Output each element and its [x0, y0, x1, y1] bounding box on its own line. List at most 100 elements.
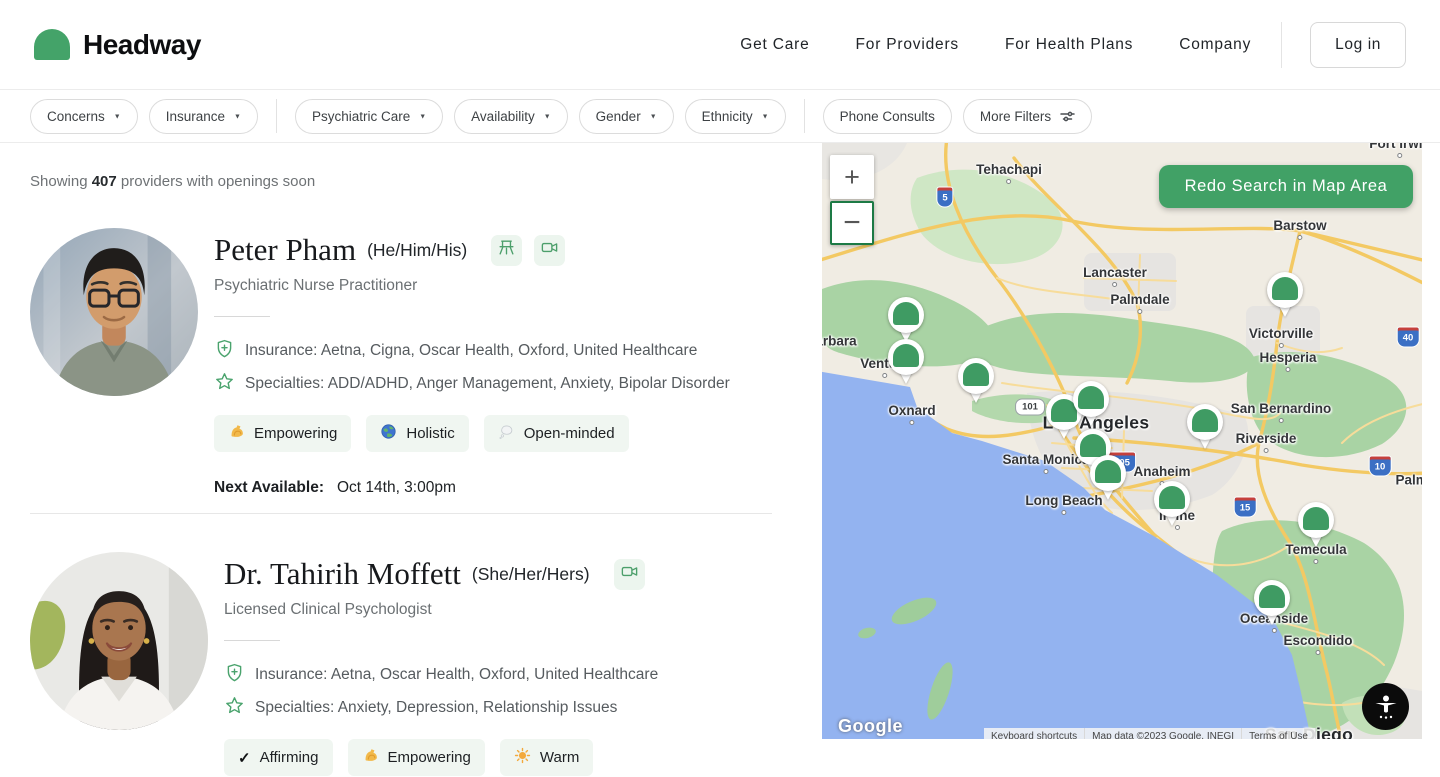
chevron-down-icon: ▼	[234, 113, 241, 120]
filter-pill-more-filters[interactable]: More Filters	[962, 98, 1093, 134]
filter-pill-psychiatric-care[interactable]: Psychiatric Care ▼	[294, 98, 444, 134]
map-city-label-san-bernardino: San Bernardino	[1230, 401, 1332, 423]
city-dot	[1263, 448, 1269, 453]
pin-dome-icon	[1303, 507, 1329, 530]
headway-logo[interactable]: Headway	[34, 29, 201, 61]
pin-dome-icon	[893, 302, 919, 325]
insurance-text: Insurance: Aetna, Oscar Health, Oxford, …	[255, 666, 659, 683]
city-dot	[1278, 418, 1284, 423]
provider-card-body: Dr. Tahirih Moffett (She/Her/Hers) License…	[224, 552, 658, 777]
provider-map-pin[interactable]	[1298, 502, 1334, 549]
next-available-value: Oct 14th, 3:00pm	[336, 479, 456, 496]
nav-item-get-care[interactable]: Get Care	[740, 36, 809, 54]
chair-icon	[497, 238, 516, 262]
city-label-text: Lancaster	[1083, 265, 1147, 280]
google-logo: Google	[838, 716, 903, 736]
provider-pronouns: (He/Him/His)	[367, 239, 468, 260]
chevron-down-icon: ▼	[543, 113, 551, 120]
provider-map-pin[interactable]	[958, 358, 994, 405]
shield-plus-icon	[214, 338, 235, 364]
chevron-down-icon: ▼	[419, 113, 427, 120]
provider-pronouns: (She/Her/Hers)	[471, 563, 590, 584]
results-summary: Showing 407 providers with openings soon	[30, 173, 780, 190]
provider-map-pin[interactable]	[1154, 481, 1190, 528]
map-city-label-escondido: Escondido	[1283, 633, 1353, 655]
nav-item-for-providers[interactable]: For Providers	[856, 36, 959, 54]
filter-mixer-icon	[1060, 110, 1075, 123]
filter-pill-phone-consults[interactable]: Phone Consults	[822, 98, 952, 134]
city-label-text: San Bernardino	[1230, 401, 1332, 416]
provider-title: Psychiatric Nurse Practitioner	[214, 277, 418, 294]
city-label-text: Riverside	[1235, 431, 1297, 446]
trait-label: Empowering	[254, 425, 338, 442]
redo-search-button[interactable]: Redo Search in Map Area	[1159, 165, 1413, 208]
filter-pill-label: Availability	[471, 108, 535, 124]
video-session-badge	[534, 234, 566, 266]
provider-results-list[interactable]: Showing 407 providers with openings soon…	[0, 143, 810, 777]
city-label-text: Fort Irwin	[1369, 143, 1422, 151]
terms-of-use-link[interactable]: Terms of Use	[1242, 728, 1316, 739]
results-count: 407	[91, 173, 117, 190]
pin-dome-icon	[1259, 585, 1285, 608]
globe-emoji	[380, 423, 397, 444]
pin-dome-icon	[1080, 434, 1106, 457]
trait-badge-holistic: Holistic	[366, 415, 469, 452]
provider-map-pin[interactable]	[1090, 455, 1126, 502]
provider-map-pin[interactable]	[1267, 272, 1303, 319]
card-small-divider	[214, 316, 270, 317]
city-label-text: Tehachapi	[976, 162, 1042, 177]
video-session-badge	[613, 558, 645, 590]
map-city-label-oxnard: Oxnard	[888, 403, 936, 425]
provider-card: Dr. Tahirih Moffett (She/Her/Hers) License…	[30, 552, 780, 777]
map-city-label-victorville: Victorville	[1249, 326, 1313, 348]
city-dot	[1043, 469, 1049, 474]
provider-map-pin[interactable]	[888, 297, 924, 344]
check-mark-icon: ✓	[238, 749, 251, 767]
keyboard-shortcuts-link[interactable]: Keyboard shortcuts	[984, 728, 1086, 739]
filter-bar: Concerns ▼ Insurance ▼ Psychiatric Care ▼ Avai…	[0, 90, 1440, 143]
card-small-divider	[224, 640, 280, 641]
provider-photo[interactable]	[30, 552, 208, 730]
provider-name[interactable]: Dr. Tahirih Moffett	[224, 556, 461, 592]
filter-pill-ethnicity[interactable]: Ethnicity ▼	[684, 98, 786, 134]
city-dot	[1313, 559, 1319, 564]
nav-item-for-health-plans[interactable]: For Health Plans	[1005, 36, 1133, 54]
filter-pill-insurance[interactable]: Insurance ▼	[148, 98, 258, 134]
provider-map-pin[interactable]	[1187, 404, 1223, 451]
city-dot	[1297, 235, 1303, 240]
star-icon	[224, 695, 245, 721]
accessibility-widget-button[interactable]	[1362, 683, 1409, 730]
map-city-label-arbara: arbara	[822, 334, 857, 349]
filter-pill-gender[interactable]: Gender ▼	[578, 98, 674, 134]
nav-item-company[interactable]: Company	[1179, 36, 1251, 54]
pin-dome-icon	[1095, 460, 1121, 483]
city-dot	[1137, 309, 1143, 314]
provider-map-pin[interactable]	[888, 339, 924, 386]
specialties-text: Specialties: ADD/ADHD, Anger Management,…	[245, 375, 730, 392]
filter-pill-availability[interactable]: Availability ▼	[454, 98, 568, 134]
pin-dome-icon	[1272, 277, 1298, 300]
city-label-text: Hesperia	[1259, 350, 1317, 365]
summary-prefix: Showing	[30, 173, 92, 190]
filter-pill-label: More Filters	[979, 108, 1052, 124]
city-dot	[1278, 343, 1284, 348]
provider-map-pin[interactable]	[1254, 580, 1290, 627]
login-button[interactable]: Log in	[1310, 21, 1406, 68]
provider-photo[interactable]	[30, 228, 198, 396]
next-available-label: Next Available:	[214, 479, 324, 496]
city-dot	[1397, 153, 1403, 158]
city-label-text: Victorville	[1248, 326, 1314, 341]
provider-title: Licensed Clinical Psychologist	[224, 601, 432, 618]
map-panel[interactable]: Fort Irwin Tehachapi Barstow Lancaster Palmd…	[822, 143, 1422, 739]
map-zoom-in-button[interactable]: +	[830, 155, 874, 199]
provider-name[interactable]: Peter Pham	[214, 232, 356, 268]
map-zoom-out-button[interactable]: −	[830, 201, 874, 245]
trait-badges: Empowering Holistic Open-minded	[214, 415, 730, 452]
map-city-label-palmdale: Palmdale	[1110, 292, 1170, 314]
map-city-label-barstow: Barstow	[1273, 218, 1327, 240]
provider-map-pin[interactable]	[1073, 381, 1109, 428]
pin-dome-icon	[963, 363, 989, 386]
video-icon	[540, 238, 559, 262]
filter-pill-concerns[interactable]: Concerns ▼	[30, 98, 138, 134]
session-type-badges	[491, 234, 566, 266]
